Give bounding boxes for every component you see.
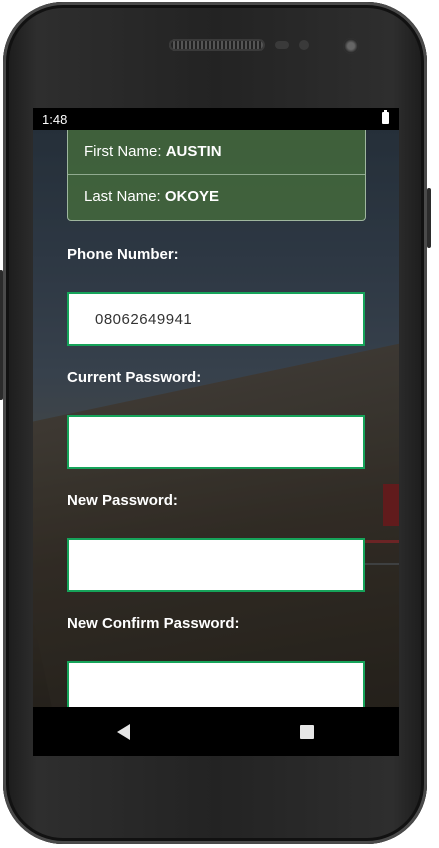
volume-button: [427, 188, 431, 248]
screen: 1:48 First Name: AUSTIN Last Name: OKOYE…: [33, 108, 399, 756]
proximity-sensor: [275, 41, 289, 49]
last-name-value: OKOYE: [164, 188, 220, 205]
first-name-row: First Name: AUSTIN: [68, 130, 365, 175]
status-time: 1:48: [42, 112, 68, 127]
last-name-label: Last Name:: [84, 188, 165, 205]
confirm-password-label: New Confirm Password:: [67, 615, 240, 632]
profile-form-screen[interactable]: First Name: AUSTIN Last Name: OKOYE Phon…: [33, 130, 399, 707]
navigation-bar: [33, 707, 399, 756]
name-card: First Name: AUSTIN Last Name: OKOYE: [67, 130, 366, 221]
phone-label: Phone Number:: [67, 246, 179, 263]
battery-icon: [382, 110, 389, 124]
phone-input[interactable]: [69, 294, 363, 344]
confirm-password-field[interactable]: [67, 661, 365, 707]
current-password-label: Current Password:: [67, 369, 202, 386]
last-name-row: Last Name: OKOYE: [68, 175, 365, 219]
first-name-value: AUSTIN: [165, 143, 222, 160]
new-password-label: New Password:: [67, 492, 178, 509]
current-password-field[interactable]: [67, 415, 365, 469]
back-triangle-icon[interactable]: [117, 724, 130, 740]
new-password-input[interactable]: [69, 540, 363, 590]
first-name-label: First Name:: [84, 143, 166, 160]
power-button: [0, 270, 3, 400]
front-camera: [343, 38, 359, 54]
current-password-input[interactable]: [69, 417, 363, 467]
confirm-password-input[interactable]: [69, 663, 363, 707]
speaker-grille: [169, 39, 265, 51]
recent-apps-square-icon[interactable]: [300, 725, 314, 739]
phone-field[interactable]: [67, 292, 365, 346]
new-password-field[interactable]: [67, 538, 365, 592]
sensor-dot: [299, 40, 309, 50]
status-bar: 1:48: [33, 108, 399, 130]
